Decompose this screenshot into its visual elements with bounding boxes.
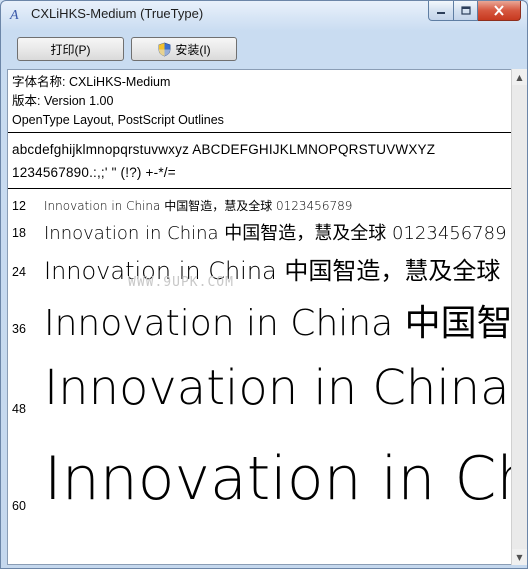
size-label: 60 xyxy=(12,499,26,513)
minimize-icon xyxy=(437,11,445,14)
charset-digits-symbols: 1234567890.:,;' " (!?) +-*/= xyxy=(12,165,176,180)
sample-row-24: 24 Innovation in China 中国智造，慧及全球 xyxy=(8,248,511,285)
minimize-button[interactable] xyxy=(428,1,454,21)
size-label: 18 xyxy=(12,226,26,240)
maximize-icon xyxy=(460,5,471,15)
print-button-label: 打印(P) xyxy=(50,42,91,57)
sample-text: Innovation in China xyxy=(44,444,511,514)
scroll-up-button[interactable]: ▲ xyxy=(512,69,527,85)
watermark: WWW.9UPK.COM xyxy=(128,275,234,290)
toolbar: 打印(P) 安装(I) xyxy=(1,29,527,69)
print-button[interactable]: 打印(P) xyxy=(17,37,124,61)
close-button[interactable] xyxy=(478,1,521,21)
size-label: 48 xyxy=(12,402,26,416)
sample-text: Innovation in China 中国智造，慧及全球 xyxy=(44,257,501,285)
font-viewer-window: A CXLiHKS-Medium (TrueType) 打印(P) 安装(I) … xyxy=(0,0,528,569)
chevron-down-icon: ▼ xyxy=(516,552,523,562)
divider xyxy=(8,188,511,189)
font-app-icon: A xyxy=(9,8,19,22)
font-name-line: 字体名称: CXLiHKS-Medium xyxy=(12,75,171,89)
maximize-button[interactable] xyxy=(454,1,478,21)
sample-text: Innovation in China 中国智造，慧及全球 0123456789 xyxy=(44,199,353,213)
svg-text:A: A xyxy=(9,8,19,22)
size-label: 12 xyxy=(12,199,26,213)
sample-text: Innovation in China 中国智造，慧及全球 0123456789 xyxy=(44,223,507,244)
install-button-label: 安装(I) xyxy=(175,42,211,57)
size-label: 36 xyxy=(12,322,26,336)
sample-row-36: 36 Innovation in China 中国智造 xyxy=(8,292,511,344)
sample-row-12: 12 Innovation in China 中国智造，慧及全球 0123456… xyxy=(8,196,511,214)
size-label: 24 xyxy=(12,265,26,279)
charset-letters: abcdefghijklmnopqrstuvwxyz ABCDEFGHIJKLM… xyxy=(12,142,436,157)
vertical-scrollbar[interactable]: ▲ ▼ xyxy=(511,69,527,565)
scroll-down-button[interactable]: ▼ xyxy=(512,549,527,565)
sample-text: Innovation in China xyxy=(44,360,510,416)
divider xyxy=(8,132,511,133)
window-title: CXLiHKS-Medium (TrueType) xyxy=(31,6,204,21)
font-info: 字体名称: CXLiHKS-Medium 版本: Version 1.00 Op… xyxy=(12,73,224,130)
sample-row-18: 18 Innovation in China 中国智造，慧及全球 0123456… xyxy=(8,216,511,244)
title-bar[interactable]: A CXLiHKS-Medium (TrueType) xyxy=(1,1,527,29)
sample-row-60: 60 Innovation in China xyxy=(8,440,511,520)
sample-text: Innovation in China 中国智造 xyxy=(44,303,512,344)
caption-buttons xyxy=(428,1,521,21)
uac-shield-icon xyxy=(158,42,171,56)
chevron-up-icon: ▲ xyxy=(516,72,523,82)
close-icon xyxy=(494,5,504,16)
font-type-line: OpenType Layout, PostScript Outlines xyxy=(12,113,224,127)
font-version-line: 版本: Version 1.00 xyxy=(12,94,114,108)
install-button[interactable]: 安装(I) xyxy=(131,37,237,61)
sample-row-48: 48 Innovation in China xyxy=(8,356,511,416)
font-preview-pane[interactable]: 字体名称: CXLiHKS-Medium 版本: Version 1.00 Op… xyxy=(7,69,512,565)
